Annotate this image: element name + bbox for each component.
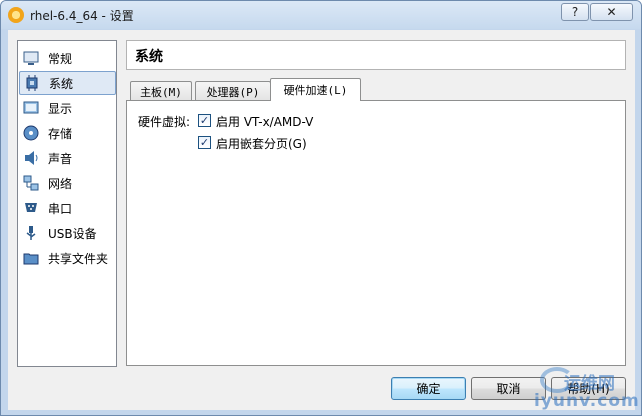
vtx-amdv-label[interactable]: 启用 VT-x/AMD-V bbox=[216, 113, 313, 130]
vtx-amdv-checkbox[interactable]: ✓ bbox=[198, 114, 211, 127]
sidebar-item-label: 存储 bbox=[48, 126, 73, 141]
checkmark-icon: ✓ bbox=[199, 114, 210, 127]
sidebar-item-label: 声音 bbox=[48, 151, 73, 166]
dialog-client-area: 常规 系统 显示 存储 声音 网络 串口 USB设备 共享文件夹 系统 主板(M… bbox=[8, 30, 635, 410]
chip-system-icon bbox=[24, 75, 40, 91]
settings-category-list: 常规 系统 显示 存储 声音 网络 串口 USB设备 共享文件夹 bbox=[17, 40, 117, 367]
tab-processor[interactable]: 处理器(P) bbox=[195, 81, 271, 102]
sidebar-item-general[interactable]: 常规 bbox=[19, 46, 116, 70]
title-bar[interactable]: rhel-6.4_64 - 设置 ? ✕ bbox=[1, 1, 641, 29]
tab-acceleration[interactable]: 硬件加速(L) bbox=[270, 78, 361, 101]
sidebar-item-system[interactable]: 系统 bbox=[19, 71, 116, 95]
sidebar-item-shared-folders[interactable]: 共享文件夹 bbox=[19, 246, 116, 270]
acceleration-tab-panel: 硬件虚拟: ✓ 启用 VT-x/AMD-V ✓ 启用嵌套分页(G) bbox=[126, 100, 626, 366]
virtualbox-app-icon bbox=[8, 7, 24, 23]
sidebar-item-label: 串口 bbox=[48, 201, 73, 216]
usb-icon bbox=[23, 225, 39, 241]
tab-label: 硬件加速(L) bbox=[283, 84, 348, 97]
tab-label: 处理器(P) bbox=[206, 86, 260, 99]
shared-folder-icon bbox=[23, 250, 39, 266]
title-close-button[interactable]: ✕ bbox=[590, 3, 633, 21]
nested-paging-label[interactable]: 启用嵌套分页(G) bbox=[216, 135, 307, 152]
sidebar-item-audio[interactable]: 声音 bbox=[19, 146, 116, 170]
page-title: 系统 bbox=[135, 49, 163, 65]
section-header: 系统 bbox=[126, 40, 626, 70]
ok-button[interactable]: 确定 bbox=[391, 377, 466, 400]
sidebar-item-label: 系统 bbox=[49, 76, 74, 91]
sidebar-item-serial[interactable]: 串口 bbox=[19, 196, 116, 220]
hardware-virtualization-label: 硬件虚拟: bbox=[138, 115, 191, 129]
disk-storage-icon bbox=[23, 125, 39, 141]
display-icon bbox=[23, 100, 39, 116]
nested-paging-checkbox[interactable]: ✓ bbox=[198, 136, 211, 149]
speaker-icon bbox=[23, 150, 39, 166]
tab-label: 主板(M) bbox=[140, 86, 182, 99]
network-icon bbox=[23, 175, 39, 191]
checkmark-icon: ✓ bbox=[199, 136, 210, 149]
window-title: rhel-6.4_64 - 设置 bbox=[30, 9, 134, 23]
question-mark-icon: ? bbox=[571, 5, 579, 19]
monitor-general-icon bbox=[23, 50, 39, 66]
sidebar-item-network[interactable]: 网络 bbox=[19, 171, 116, 195]
settings-window: rhel-6.4_64 - 设置 ? ✕ 常规 系统 显示 存储 声音 网络 串… bbox=[0, 0, 642, 416]
close-icon: ✕ bbox=[606, 5, 617, 19]
sidebar-item-label: 常规 bbox=[48, 51, 73, 66]
title-help-button[interactable]: ? bbox=[561, 3, 589, 21]
sidebar-item-label: 网络 bbox=[48, 176, 73, 191]
sidebar-item-display[interactable]: 显示 bbox=[19, 96, 116, 120]
tab-motherboard[interactable]: 主板(M) bbox=[130, 81, 192, 102]
sidebar-item-storage[interactable]: 存储 bbox=[19, 121, 116, 145]
sidebar-item-label: USB设备 bbox=[48, 226, 97, 241]
sidebar-item-label: 共享文件夹 bbox=[48, 251, 109, 266]
sidebar-item-label: 显示 bbox=[48, 101, 73, 116]
sidebar-item-usb[interactable]: USB设备 bbox=[19, 221, 116, 245]
serial-port-icon bbox=[23, 200, 39, 216]
site-watermark: 运维网 iyunv.com bbox=[534, 367, 639, 413]
